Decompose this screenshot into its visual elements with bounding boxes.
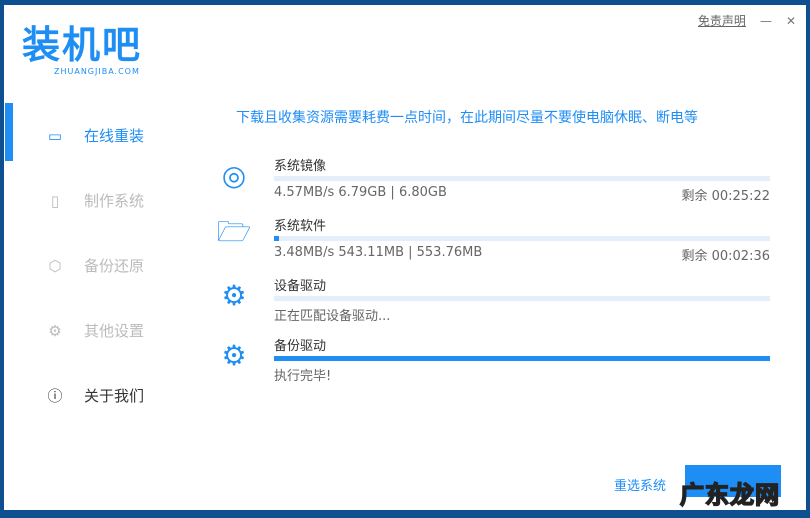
shield-icon: ⬡	[48, 256, 62, 275]
reselect-system-link[interactable]: 重选系统	[614, 475, 666, 494]
logo-text: 装机吧	[22, 23, 143, 67]
usb-icon: ▯	[50, 191, 60, 210]
disc-icon: ◎	[221, 158, 247, 192]
progress-bar	[274, 236, 770, 241]
task-backup-driver: ⚙ 备份驱动 执行完毕!	[214, 335, 770, 393]
notice-text: 下载且收集资源需要耗费一点时间，在此期间尽量不要使电脑休眠、断电等	[236, 110, 698, 126]
task-system-software: 🗁 系统软件 3.48MB/s 543.11MB | 553.76MB 剩余 0…	[214, 215, 770, 273]
gear-refresh-icon: ⚙	[221, 338, 247, 372]
folder-icon: 🗁	[216, 215, 252, 248]
sidebar: ▭ 在线重装 ▯ 制作系统 ⬡ 备份还原 ⚙ 其他设置 ⓘ 关于我们	[4, 103, 194, 428]
task-system-image: ◎ 系统镜像 4.57MB/s 6.79GB | 6.80GB 剩余 00:25…	[214, 155, 770, 213]
sidebar-item-backup-restore[interactable]: ⬡ 备份还原	[4, 233, 194, 298]
task-device-driver: ⚙ 设备驱动 正在匹配设备驱动...	[214, 275, 770, 333]
installer-window: 装机吧 ZHUANGJIBA.COM 免责声明 — ✕ ▭ 在线重装 ▯ 制作系统 …	[4, 5, 806, 510]
gear-icon: ⚙	[221, 278, 247, 312]
sidebar-item-other-settings[interactable]: ⚙ 其他设置	[4, 298, 194, 363]
disclaimer-link[interactable]: 免责声明	[698, 12, 746, 29]
logo-domain: ZHUANGJIBA.COM	[54, 67, 140, 76]
progress-bar	[274, 296, 770, 301]
info-icon: ⓘ	[47, 387, 63, 405]
logo: 装机吧 ZHUANGJIBA.COM	[22, 23, 142, 76]
close-icon[interactable]: ✕	[786, 14, 796, 28]
gear-icon: ⚙	[48, 321, 62, 340]
watermark: 广东龙网	[679, 480, 780, 510]
sidebar-item-about[interactable]: ⓘ 关于我们	[4, 363, 194, 428]
progress-bar	[274, 356, 770, 361]
progress-bar	[274, 176, 770, 181]
monitor-icon: ▭	[47, 126, 63, 145]
sidebar-item-make-system[interactable]: ▯ 制作系统	[4, 168, 194, 233]
minimize-icon[interactable]: —	[760, 14, 772, 28]
sidebar-item-online-reinstall[interactable]: ▭ 在线重装	[4, 103, 194, 168]
